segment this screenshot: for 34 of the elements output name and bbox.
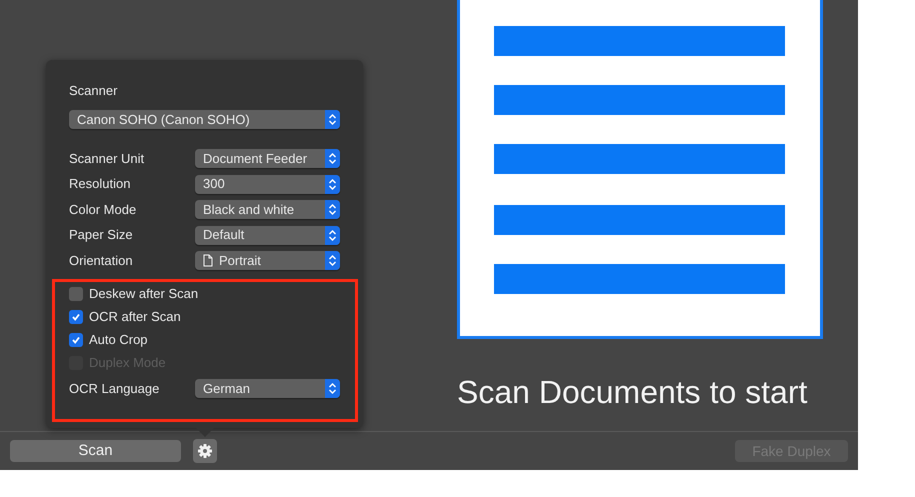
setting-label: Resolution xyxy=(69,175,132,194)
dropdown[interactable]: German xyxy=(195,379,340,398)
scan-button[interactable]: Scan xyxy=(10,440,181,462)
setting-label: Orientation xyxy=(69,252,134,270)
scanner-label: Scanner xyxy=(69,83,118,99)
stepper-icon xyxy=(325,110,340,129)
stepper-icon xyxy=(325,174,340,194)
setting-label: Scanner Unit xyxy=(69,150,146,168)
setting-label: Color Mode xyxy=(69,200,138,219)
settings-button[interactable] xyxy=(193,439,217,463)
settings-icon xyxy=(197,443,213,459)
checkbox[interactable] xyxy=(69,286,83,300)
dropdown[interactable]: Document Feeder xyxy=(195,149,340,168)
checkbox-label: OCR after Scan xyxy=(89,308,181,326)
checkbox-label: Deskew after Scan xyxy=(89,284,198,303)
checkbox[interactable] xyxy=(69,332,83,346)
dropdown[interactable]: Portrait xyxy=(195,251,340,270)
dropdown[interactable]: 300 xyxy=(195,174,340,194)
checkmark-icon xyxy=(71,312,81,322)
stepper-icon xyxy=(325,149,340,168)
stepper-icon xyxy=(325,200,340,219)
setting-label: Paper Size xyxy=(69,226,134,244)
dropdown[interactable]: Black and white xyxy=(195,200,340,219)
checkmark-icon xyxy=(71,334,81,344)
checkbox-label: Auto Crop xyxy=(89,330,148,349)
preview-message: Scan Documents to start xyxy=(457,376,808,408)
page-icon xyxy=(203,254,213,267)
dropdown[interactable]: Default xyxy=(195,226,340,244)
stepper-icon xyxy=(325,251,340,270)
dropdown[interactable]: Canon SOHO (Canon SOHO) xyxy=(69,110,340,129)
stepper-icon xyxy=(325,379,340,398)
stepper-icon xyxy=(325,226,340,244)
checkbox[interactable] xyxy=(69,310,83,324)
setting-label: OCR Language xyxy=(69,380,160,398)
